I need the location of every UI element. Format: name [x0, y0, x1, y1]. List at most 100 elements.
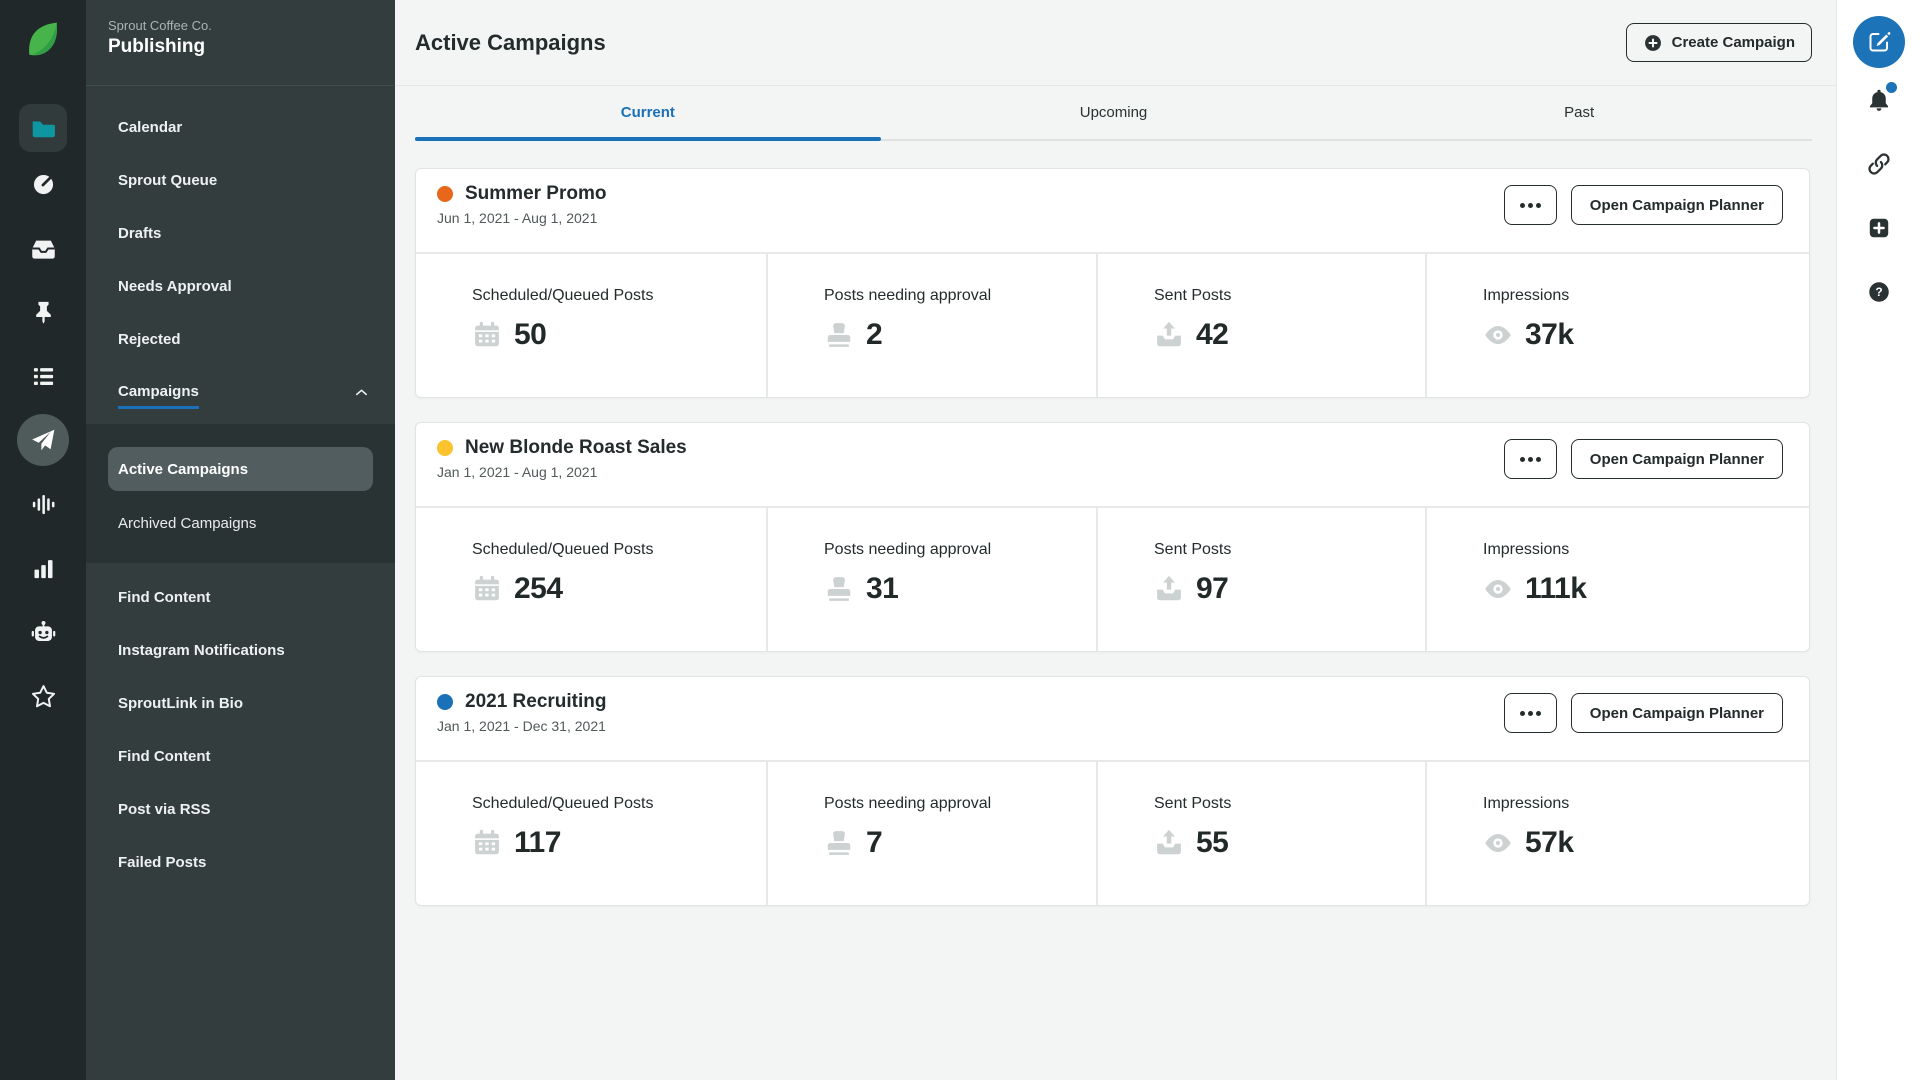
- rail-item-favorites[interactable]: [0, 664, 86, 728]
- stat-value: 7: [866, 826, 882, 860]
- paper-plane-icon: [30, 427, 56, 453]
- active-rail-highlight: [17, 414, 69, 466]
- sidebar-item-post-via-rss[interactable]: Post via RSS: [86, 783, 395, 836]
- sidebar-item-needs-approval[interactable]: Needs Approval: [86, 260, 395, 313]
- stat-impressions: Impressions 111k: [1425, 508, 1809, 651]
- stat-sent-posts: Sent Posts 97: [1096, 508, 1425, 651]
- sidebar-item-failed-posts[interactable]: Failed Posts: [86, 836, 395, 889]
- stat-value-row: 37k: [1483, 318, 1809, 352]
- campaign-tabs: Current Upcoming Past: [415, 86, 1812, 141]
- stat-sent-posts: Sent Posts 55: [1096, 762, 1425, 905]
- campaign-card-2021-recruiting: 2021 Recruiting Jan 1, 2021 - Dec 31, 20…: [415, 676, 1810, 906]
- tab-upcoming[interactable]: Upcoming: [881, 86, 1347, 139]
- ellipsis-icon: [1520, 711, 1525, 716]
- rail-item-pinned[interactable]: [0, 280, 86, 344]
- card-header: New Blonde Roast Sales Jan 1, 2021 - Aug…: [416, 423, 1809, 506]
- calendar-icon: [472, 574, 502, 604]
- more-options-button[interactable]: [1504, 693, 1557, 733]
- card-stats-row: Scheduled/Queued Posts 117 Posts needing…: [416, 760, 1809, 905]
- compose-icon: [1867, 30, 1891, 54]
- open-campaign-planner-button[interactable]: Open Campaign Planner: [1571, 693, 1783, 733]
- open-campaign-planner-button[interactable]: Open Campaign Planner: [1571, 185, 1783, 225]
- sidebar-item-find-content-2[interactable]: Find Content: [86, 730, 395, 783]
- stat-posts-needing-approval: Posts needing approval 2: [766, 254, 1096, 397]
- stat-posts-needing-approval: Posts needing approval 31: [766, 508, 1096, 651]
- sidebar-item-rejected[interactable]: Rejected: [86, 313, 395, 366]
- plus-square-icon: [1866, 215, 1892, 241]
- rail-item-dashboard[interactable]: [0, 152, 86, 216]
- create-campaign-button[interactable]: Create Campaign: [1626, 23, 1812, 62]
- campaign-color-dot: [437, 440, 453, 456]
- campaign-title: 2021 Recruiting: [465, 691, 607, 713]
- rail-item-reports[interactable]: [0, 536, 86, 600]
- bar-chart-icon: [30, 555, 57, 582]
- help-icon: [1866, 279, 1892, 305]
- more-options-button[interactable]: [1504, 185, 1557, 225]
- campaign-color-dot: [437, 186, 453, 202]
- notification-dot: [1886, 82, 1897, 93]
- stat-value: 2: [866, 318, 882, 352]
- sidebar-item-archived-campaigns[interactable]: Archived Campaigns: [86, 497, 395, 550]
- card-actions: Open Campaign Planner: [1504, 185, 1783, 252]
- link-button[interactable]: [1837, 132, 1920, 196]
- gauge-icon: [30, 171, 57, 198]
- sidebar-item-find-content[interactable]: Find Content: [86, 571, 395, 624]
- stat-value: 31: [866, 572, 898, 606]
- rail-item-tasks[interactable]: [0, 344, 86, 408]
- calendar-icon: [472, 828, 502, 858]
- eye-icon: [1483, 574, 1513, 604]
- page-header: Active Campaigns Create Campaign: [395, 0, 1836, 86]
- stat-label: Scheduled/Queued Posts: [472, 287, 766, 305]
- sidebar-item-sproutlink-in-bio[interactable]: SproutLink in Bio: [86, 677, 395, 730]
- tab-current[interactable]: Current: [415, 86, 881, 139]
- ellipsis-icon: [1520, 203, 1525, 208]
- card-title-block: Summer Promo Jun 1, 2021 - Aug 1, 2021: [437, 183, 606, 252]
- open-campaign-planner-button[interactable]: Open Campaign Planner: [1571, 439, 1783, 479]
- star-icon: [30, 683, 57, 710]
- sidebar-item-campaigns[interactable]: Campaigns: [86, 366, 395, 419]
- stat-label: Sent Posts: [1154, 287, 1425, 305]
- more-options-button[interactable]: [1504, 439, 1557, 479]
- calendar-icon: [472, 320, 502, 350]
- rail-item-automation[interactable]: [0, 600, 86, 664]
- stat-value-row: 2: [824, 318, 1096, 352]
- rail-item-inbox[interactable]: [0, 216, 86, 280]
- sidebar-item-instagram-notifications[interactable]: Instagram Notifications: [86, 624, 395, 677]
- notifications-button[interactable]: [1837, 68, 1920, 132]
- stat-sent-posts: Sent Posts 42: [1096, 254, 1425, 397]
- tab-past[interactable]: Past: [1346, 86, 1812, 139]
- inbox-icon: [30, 235, 57, 262]
- stat-value: 117: [514, 826, 561, 860]
- sidebar-item-active-campaigns[interactable]: Active Campaigns: [108, 447, 373, 491]
- rail-item-publishing-folder[interactable]: [19, 104, 67, 152]
- stat-label: Posts needing approval: [824, 541, 1096, 559]
- upload-icon: [1154, 320, 1184, 350]
- card-stats-row: Scheduled/Queued Posts 254 Posts needing…: [416, 506, 1809, 651]
- add-button[interactable]: [1837, 196, 1920, 260]
- rail-item-listening[interactable]: [0, 472, 86, 536]
- stat-scheduled-queued-posts: Scheduled/Queued Posts 254: [416, 508, 766, 651]
- stat-label: Posts needing approval: [824, 287, 1096, 305]
- sprout-logo[interactable]: [19, 16, 67, 64]
- stat-value: 111k: [1525, 572, 1586, 606]
- sidebar-item-sprout-queue[interactable]: Sprout Queue: [86, 154, 395, 207]
- eye-icon: [1483, 320, 1513, 350]
- sidebar-item-calendar[interactable]: Calendar: [86, 101, 395, 154]
- stat-value-row: 31: [824, 572, 1096, 606]
- campaigns-label: Campaigns: [118, 383, 199, 409]
- rail-item-publishing-active[interactable]: [0, 408, 86, 472]
- stamp-icon: [824, 574, 854, 604]
- campaign-list: Summer Promo Jun 1, 2021 - Aug 1, 2021 O…: [395, 141, 1836, 930]
- sidebar-header: Sprout Coffee Co. Publishing: [86, 0, 395, 86]
- stat-value-row: 57k: [1483, 826, 1809, 860]
- help-button[interactable]: [1837, 260, 1920, 324]
- compose-button[interactable]: [1853, 16, 1905, 68]
- sprout-leaf-icon: [21, 18, 65, 62]
- stat-value: 37k: [1525, 318, 1574, 352]
- sidebar-item-drafts[interactable]: Drafts: [86, 207, 395, 260]
- stat-value-row: 111k: [1483, 572, 1809, 606]
- sidebar-nav: Calendar Sprout Queue Drafts Needs Appro…: [86, 101, 395, 889]
- left-icon-rail: [0, 0, 86, 1080]
- stat-label: Sent Posts: [1154, 541, 1425, 559]
- campaign-card-summer-promo: Summer Promo Jun 1, 2021 - Aug 1, 2021 O…: [415, 168, 1810, 398]
